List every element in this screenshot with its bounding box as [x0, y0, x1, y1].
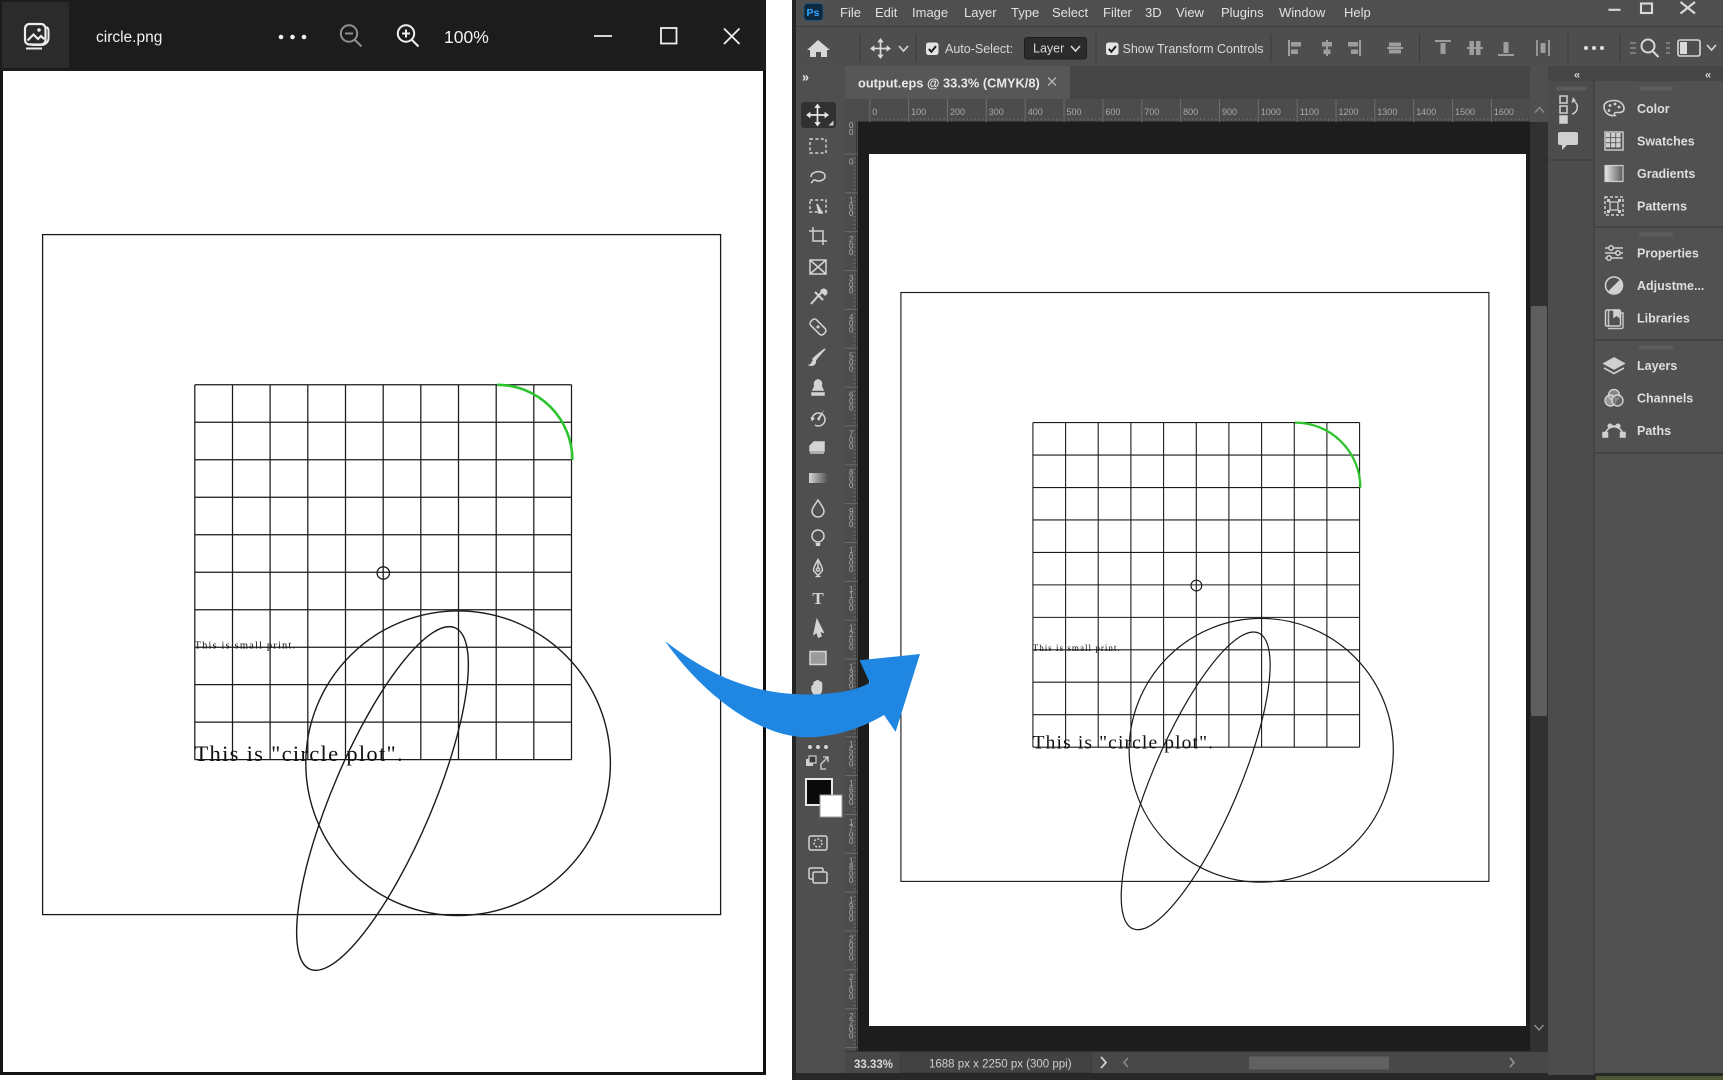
svg-text:300: 300: [989, 107, 1004, 117]
svg-text:File: File: [840, 5, 861, 20]
svg-text:0: 0: [849, 604, 854, 613]
svg-text:Layer: Layer: [1033, 42, 1064, 56]
svg-text:800: 800: [1183, 107, 1198, 117]
svg-text:Edit: Edit: [875, 5, 898, 20]
svg-text:0: 0: [849, 837, 854, 846]
svg-text:0: 0: [872, 107, 877, 117]
svg-text:0: 0: [849, 721, 854, 730]
svg-text:1600: 1600: [1494, 107, 1514, 117]
svg-text:1688 px x 2250 px (300 ppi): 1688 px x 2250 px (300 ppi): [929, 1059, 1072, 1071]
svg-text:Libraries: Libraries: [1637, 312, 1690, 326]
svg-text:«: «: [1705, 70, 1711, 82]
svg-text:100: 100: [911, 107, 926, 117]
svg-text:900: 900: [1222, 107, 1237, 117]
svg-text:0: 0: [849, 798, 854, 807]
svg-text:Auto-Select:: Auto-Select:: [945, 42, 1013, 56]
svg-text:Swatches: Swatches: [1637, 135, 1695, 149]
svg-text:0: 0: [849, 643, 854, 652]
svg-text:Color: Color: [1637, 102, 1670, 116]
svg-text:Gradients: Gradients: [1637, 167, 1695, 181]
svg-text:1300: 1300: [1377, 107, 1397, 117]
svg-text:0: 0: [849, 209, 854, 218]
svg-text:»: »: [802, 71, 809, 85]
svg-text:0: 0: [849, 326, 854, 335]
svg-text:Patterns: Patterns: [1637, 200, 1687, 214]
svg-text:0: 0: [849, 481, 854, 490]
svg-text:0: 0: [849, 248, 854, 257]
svg-text:Layers: Layers: [1637, 359, 1677, 373]
svg-text:0: 0: [849, 992, 854, 1001]
svg-text:Type: Type: [1011, 5, 1039, 20]
svg-text:0: 0: [849, 403, 854, 412]
svg-text:Layer: Layer: [964, 5, 997, 20]
svg-text:Image: Image: [912, 5, 948, 20]
svg-text:Properties: Properties: [1637, 247, 1699, 261]
svg-text:Select: Select: [1052, 5, 1089, 20]
svg-text:0: 0: [849, 157, 854, 166]
svg-text:3D: 3D: [1145, 5, 1162, 20]
svg-text:200: 200: [950, 107, 965, 117]
svg-text:700: 700: [1144, 107, 1159, 117]
svg-text:0: 0: [849, 682, 854, 691]
svg-text:Filter: Filter: [1103, 5, 1133, 20]
svg-text:0: 0: [849, 520, 854, 529]
svg-text:«: «: [1574, 70, 1580, 82]
svg-text:400: 400: [1028, 107, 1043, 117]
svg-text:1200: 1200: [1339, 107, 1359, 117]
svg-text:0: 0: [849, 954, 854, 963]
svg-text:1000: 1000: [1261, 107, 1281, 117]
svg-text:1400: 1400: [1416, 107, 1436, 117]
svg-text:100%: 100%: [444, 27, 489, 47]
svg-text:Channels: Channels: [1637, 392, 1693, 406]
svg-text:0: 0: [849, 876, 854, 885]
svg-text:T: T: [812, 589, 824, 608]
svg-text:Ps: Ps: [807, 7, 820, 19]
svg-text:View: View: [1176, 5, 1205, 20]
svg-text:Show Transform Controls: Show Transform Controls: [1123, 42, 1264, 56]
svg-text:0: 0: [849, 759, 854, 768]
svg-text:600: 600: [1105, 107, 1120, 117]
svg-text:Plugins: Plugins: [1221, 5, 1264, 20]
svg-text:0: 0: [849, 128, 854, 137]
svg-text:circle.png: circle.png: [96, 29, 162, 46]
svg-text:0: 0: [849, 565, 854, 574]
svg-text:33.33%: 33.33%: [854, 1059, 893, 1071]
svg-text:Adjustme...: Adjustme...: [1637, 279, 1704, 293]
svg-text:Paths: Paths: [1637, 424, 1671, 438]
svg-text:0: 0: [849, 364, 854, 373]
svg-text:0: 0: [849, 287, 854, 296]
svg-text:0: 0: [849, 1031, 854, 1040]
svg-text:1500: 1500: [1455, 107, 1475, 117]
svg-text:Window: Window: [1279, 5, 1326, 20]
svg-text:1100: 1100: [1300, 107, 1319, 117]
svg-text:0: 0: [849, 442, 854, 451]
svg-text:500: 500: [1067, 107, 1082, 117]
svg-text:0: 0: [849, 915, 854, 924]
svg-text:Help: Help: [1344, 5, 1371, 20]
